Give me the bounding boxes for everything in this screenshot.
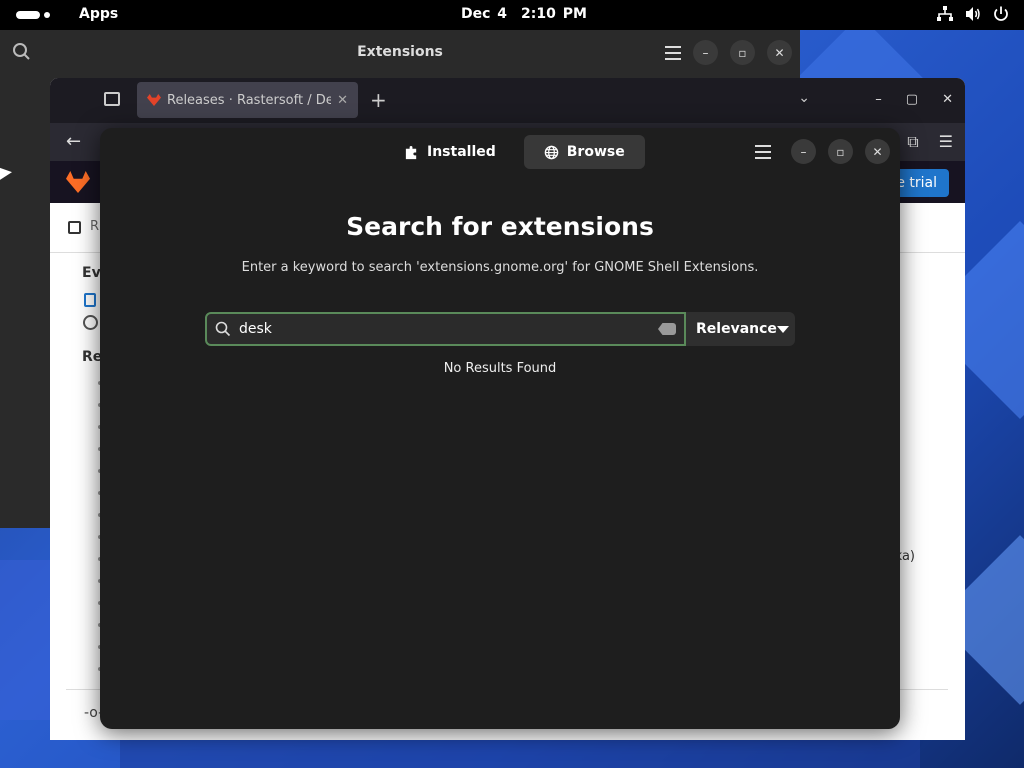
tab-installed[interactable]: Installed [384,135,516,169]
page-description: Enter a keyword to search 'extensions.gn… [241,260,759,275]
gitlab-favicon-icon [147,94,161,106]
breadcrumb[interactable]: R [90,219,99,234]
network-icon [937,6,953,21]
clock-time: 2:10 PM [521,6,587,22]
app-menu-icon[interactable]: ☰ [939,132,953,152]
search-row: Relevance [205,312,795,346]
new-tab-button[interactable]: + [370,88,387,112]
tab-title: Releases · Rastersoft / De [167,92,332,108]
tab-installed-label: Installed [427,144,496,160]
tab-bar: Releases · Rastersoft / De ✕ + ⌄ – ▢ ✕ [50,78,965,123]
extensions-window: Installed Browse – ▫ ✕ Search for extens… [100,128,900,729]
sort-dropdown[interactable]: Relevance [686,312,795,346]
minimize-button[interactable]: – [875,92,882,107]
tab-overview-icon[interactable] [104,92,120,106]
toolbar-icons: ⧉ ☰ [907,132,953,152]
page-title: Search for extensions [346,212,654,241]
maximize-button[interactable]: ▫ [730,40,755,65]
close-button[interactable]: ✕ [767,40,792,65]
puzzle-icon [405,145,417,159]
dropdown-caret-icon [776,325,789,333]
tab-close-icon[interactable]: ✕ [337,93,348,108]
workspace-pill-active [16,11,40,19]
window-controls: – ▫ ✕ [751,139,890,164]
extensions-icon[interactable]: ⧉ [907,132,918,152]
close-button[interactable]: ✕ [865,139,890,164]
menu-icon [755,144,771,159]
menu-icon[interactable] [665,45,681,60]
sort-selected-label: Relevance [696,321,777,337]
clock[interactable]: Dec 4 2:10 PM [461,6,601,22]
search-input[interactable] [239,321,650,337]
browser-tab[interactable]: Releases · Rastersoft / De ✕ [137,82,358,118]
back-arrow-icon[interactable]: ← [66,131,81,152]
top-bar: Apps Dec 4 2:10 PM [0,0,1024,30]
search-icon [215,321,231,337]
status-message: No Results Found [443,361,557,376]
browser-window-controls: – ▢ ✕ [875,92,953,107]
events-heading: Ev [82,265,101,281]
sidebar-toggle-icon[interactable] [68,221,81,234]
minimize-button[interactable]: – [693,40,718,65]
view-switcher: Installed Browse [384,135,645,169]
window-controls: – ▫ ✕ [665,40,792,65]
globe-icon [544,145,559,159]
header-bar: Installed Browse – ▫ ✕ [100,128,900,176]
minimize-button[interactable]: – [791,139,816,164]
tab-browse[interactable]: Browse [523,135,645,169]
clipboard-icon [84,293,96,307]
power-icon [994,6,1008,21]
gitlab-logo-icon[interactable] [66,171,90,193]
header-bar: Extensions – ▫ ✕ [0,30,800,76]
maximize-button[interactable]: ▢ [906,92,918,107]
activities-indicator[interactable] [16,11,50,19]
volume-icon [966,7,980,21]
close-button[interactable]: ✕ [942,92,953,107]
workspace-dot [44,12,50,18]
maximize-button[interactable]: ▫ [828,139,853,164]
apps-button[interactable]: Apps [79,6,118,22]
clear-search-icon[interactable] [658,323,676,335]
clock-icon [83,315,98,330]
main-menu-button[interactable] [751,140,775,164]
list-tabs-chevron-icon[interactable]: ⌄ [798,90,810,106]
system-tray[interactable] [936,5,1010,23]
tab-browse-label: Browse [566,144,625,160]
search-field[interactable] [205,312,686,346]
clock-date: Dec 4 [461,6,508,22]
